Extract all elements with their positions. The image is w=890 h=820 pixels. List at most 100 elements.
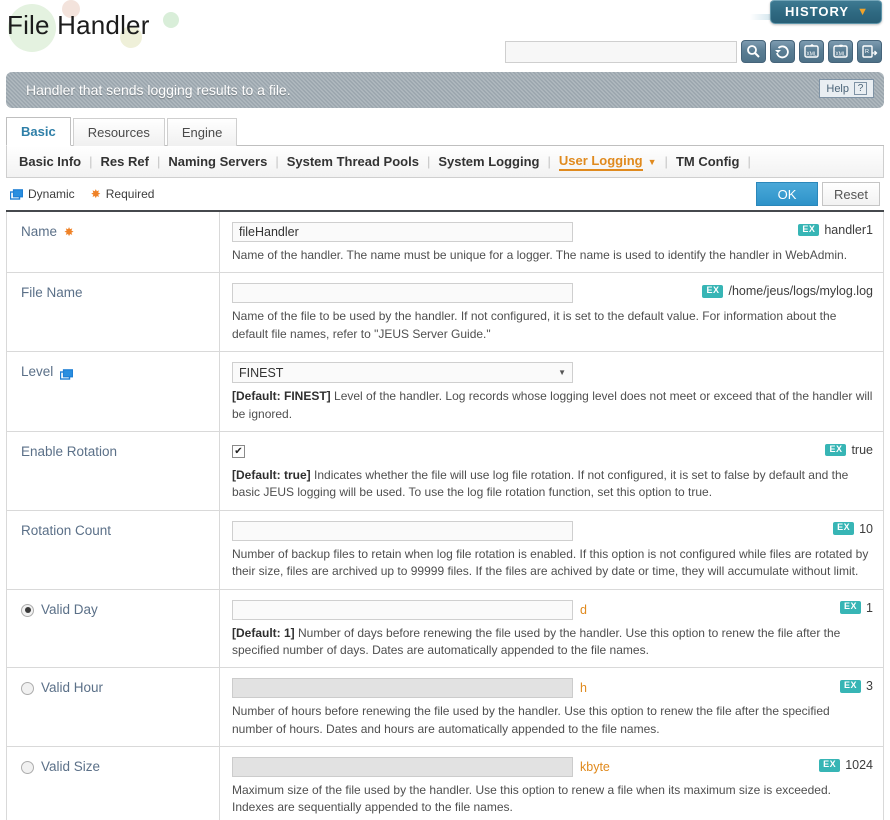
field-description-text: Number of backup files to retain when lo… [232, 546, 869, 579]
select-value: FINEST [239, 365, 284, 380]
field-label: Enable Rotation [21, 443, 118, 459]
radio-valid-size[interactable] [21, 761, 34, 775]
chevron-down-icon: ▼ [857, 5, 869, 18]
tab-basic[interactable]: Basic [6, 117, 71, 146]
form-row: Enable Rotation ✔ EX true [Default: true] In… [7, 431, 883, 511]
ok-button[interactable]: OK [756, 182, 818, 206]
example-value: EX 10 [833, 522, 873, 536]
subnav-item-basic-info[interactable]: Basic Info [19, 154, 81, 169]
refresh-icon[interactable] [770, 40, 795, 63]
dynamic-icon [60, 367, 74, 380]
checkbox-enable-rotation[interactable]: ✔ [232, 445, 245, 459]
form-row-control-cell: d EX 1 [Default: 1] Number of days before r… [220, 590, 883, 668]
field-default-text: [Default: FINEST] [232, 389, 331, 404]
field-description-text: Number of hours before renewing the file… [232, 704, 830, 736]
control-line: h EX 3 [232, 678, 873, 699]
unit-label: kbyte [580, 760, 610, 775]
field-description: Number of backup files to retain when lo… [232, 546, 873, 581]
subnav-separator: | [426, 154, 431, 169]
field-default-text: [Default: true] [232, 467, 311, 482]
field-description: Name of the file to be used by the handl… [232, 308, 873, 343]
dynamic-icon [9, 188, 24, 200]
subnav-item-tm-config[interactable]: TM Config [676, 154, 740, 169]
form-row-label-cell: Name ✸ [7, 212, 220, 273]
field-label: Valid Hour [41, 680, 104, 696]
form-row-control-cell: EX handler1 Name of the handler. The name … [220, 212, 883, 272]
chevron-down-icon: ▼ [558, 368, 566, 378]
form-row: Valid Hour h EX 3 Number of hours before ren… [7, 668, 883, 748]
form-row-control-cell: h EX 3 Number of hours before renewing the … [220, 668, 883, 746]
ex-badge-icon: EX [798, 223, 820, 237]
sub-navigation: Basic Info | Res Ref | Naming Servers | System… [6, 146, 884, 178]
banner-text: Handler that sends logging results to a … [26, 82, 291, 98]
field-label: Valid Size [41, 759, 101, 775]
form-row-label-cell: Rotation Count [7, 510, 220, 589]
legend-dynamic-label: Dynamic [28, 187, 75, 201]
form-row-control-cell: FINEST ▼ [Default: FINEST] Level of the ha… [220, 352, 883, 431]
subnav-item-system-logging[interactable]: System Logging [438, 154, 539, 169]
subnav-separator: | [156, 154, 161, 169]
question-mark-icon: ? [854, 82, 867, 95]
chevron-down-icon[interactable]: ▼ [648, 157, 657, 167]
required-icon: ✸ [64, 225, 75, 239]
control-line: ✔ EX true [232, 442, 873, 462]
tab-engine[interactable]: Engine [166, 118, 238, 146]
xml-download-icon[interactable]: XML [828, 40, 853, 63]
ex-badge-icon: EX [825, 443, 847, 457]
ex-value-text: /home/jeus/logs/mylog.log [728, 284, 873, 299]
decorative-circle [163, 12, 179, 28]
input-rotation-count[interactable] [232, 520, 573, 541]
subnav-item-user-logging[interactable]: User Logging [558, 153, 643, 171]
tab-bar: Basic Resources Engine [6, 116, 884, 146]
field-description-text: Name of the file to be used by the handl… [232, 309, 837, 341]
ex-badge-icon: EX [840, 679, 862, 693]
toolbar: XML XML R [505, 40, 882, 63]
reset-button[interactable]: Reset [822, 182, 880, 206]
subnav-item-naming-servers[interactable]: Naming Servers [168, 154, 267, 169]
svg-text:XML: XML [835, 52, 846, 58]
example-value: EX 1 [840, 601, 873, 615]
subnav-item-res-ref[interactable]: Res Ref [101, 154, 149, 169]
svg-text:XML: XML [806, 52, 817, 58]
form-row-control-cell: kbyte EX 1024 Maximum size of the file used… [220, 747, 883, 820]
radio-valid-hour[interactable] [21, 682, 34, 696]
select-level[interactable]: FINEST ▼ [232, 362, 573, 384]
subnav-item-system-thread-pools[interactable]: System Thread Pools [287, 154, 419, 169]
ex-value-text: 10 [859, 521, 873, 536]
form-row: File Name EX/home/jeus/logs/mylog.log Name… [7, 273, 883, 353]
field-description-text: Number of days before renewing the file … [232, 625, 841, 657]
form-row-label-cell: File Name [7, 273, 220, 352]
page-header: File Handler HISTORY ▼ XML XML R [0, 0, 890, 68]
form-row: Valid Size kbyte EX 1024 Maximum size of the… [7, 747, 883, 820]
form-row-label-cell: Valid Day [7, 589, 220, 668]
resource-icon[interactable]: R [857, 40, 882, 63]
search-input[interactable] [505, 40, 737, 63]
ex-badge-icon: EX [702, 284, 724, 298]
tab-resources[interactable]: Resources [72, 118, 165, 146]
description-banner: Handler that sends logging results to a … [6, 72, 884, 108]
input-file-name[interactable] [232, 283, 573, 304]
input-valid-size [232, 757, 573, 778]
ex-value-text: 3 [866, 679, 873, 694]
input-valid-day[interactable] [232, 599, 573, 620]
history-control: HISTORY ▼ [750, 0, 882, 24]
field-description: Maximum size of the file used by the han… [232, 782, 873, 817]
subnav-separator: | [747, 154, 751, 169]
form-row: Level FINEST ▼ [Default: FINEST] Level of t… [7, 352, 883, 432]
help-button[interactable]: Help ? [819, 79, 874, 98]
xml-upload-icon[interactable]: XML [799, 40, 824, 63]
form-row-label-cell: Enable Rotation [7, 431, 220, 510]
help-label: Help [826, 82, 849, 95]
history-button[interactable]: HISTORY ▼ [770, 0, 882, 24]
form-row: Valid Day d EX 1 [Default: 1] Number of days… [7, 589, 883, 669]
radio-valid-day[interactable] [21, 603, 34, 617]
input-name[interactable] [232, 222, 573, 242]
field-description: [Default: FINEST] Level of the handler. … [232, 388, 873, 423]
example-value: EX 1024 [819, 758, 873, 772]
page-title: File Handler [7, 10, 150, 40]
settings-form: Name ✸ EX handler1 Name of the handler. The … [6, 212, 884, 820]
field-description: Number of hours before renewing the file… [232, 703, 873, 738]
field-label: Name [21, 224, 58, 239]
search-icon[interactable] [741, 40, 766, 63]
example-value: EX handler1 [798, 223, 873, 237]
